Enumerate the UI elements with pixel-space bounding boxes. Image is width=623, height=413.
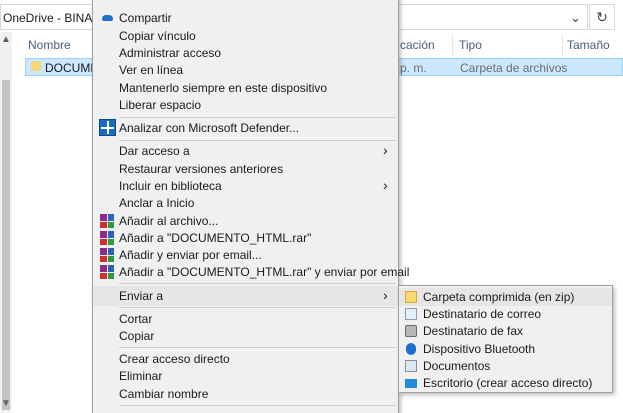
chevron-right-icon: › <box>383 287 388 303</box>
refresh-icon: ↻ <box>596 8 608 25</box>
menu-item-label: Enviar a <box>119 289 164 303</box>
scroll-up-icon[interactable]: ▲ <box>1 34 11 45</box>
documents-icon <box>405 360 417 372</box>
menu-item-label: Compartir <box>119 11 172 25</box>
menu-item-label: Liberar espacio <box>119 98 202 112</box>
file-date: p. m. <box>400 61 427 75</box>
scrollbar-thumb[interactable] <box>2 80 10 410</box>
scroll-down-icon[interactable]: ▼ <box>1 398 11 409</box>
menu-item-label: Administrar acceso <box>119 46 222 60</box>
submenu-item-label: Dispositivo Bluetooth <box>423 342 536 356</box>
onedrive-cloud-icon <box>102 15 113 21</box>
zip-folder-icon <box>405 291 417 303</box>
menu-item-free-space[interactable]: Liberar espacio <box>93 96 398 114</box>
menu-separator <box>119 347 396 348</box>
send-to-item-mail[interactable]: Destinatario de correo <box>399 305 612 323</box>
menu-item-give-access[interactable]: Dar acceso a › <box>93 142 398 160</box>
menu-item-delete[interactable]: Eliminar <box>93 367 398 385</box>
menu-item-label: Copiar vínculo <box>119 29 196 43</box>
menu-item-winrar-add-archive[interactable]: Añadir al archivo... <box>93 212 398 230</box>
menu-item-label: Copiar <box>119 329 155 343</box>
submenu-item-label: Destinatario de correo <box>423 307 542 321</box>
folder-icon <box>31 61 41 71</box>
menu-item-view-online[interactable]: Ver en línea <box>93 61 398 79</box>
winrar-icon <box>100 214 114 228</box>
menu-item-label: Cambiar nombre <box>119 387 209 401</box>
menu-item-label: Añadir y enviar por email... <box>119 248 262 262</box>
column-header-name[interactable]: Nombre <box>28 38 71 60</box>
menu-item-label: Eliminar <box>119 369 163 383</box>
menu-item-send-to[interactable]: Enviar a › <box>93 286 398 306</box>
submenu-item-label: Escritorio (crear acceso directo) <box>423 376 593 390</box>
chevron-down-icon[interactable]: ⌄ <box>570 10 581 26</box>
menu-item-label: Añadir al archivo... <box>119 214 219 228</box>
send-to-item-documents[interactable]: Documentos <box>399 357 612 375</box>
menu-item-restore-versions[interactable]: Restaurar versiones anteriores <box>93 160 398 178</box>
menu-item-manage-access[interactable]: Administrar acceso <box>93 44 398 62</box>
menu-item-winrar-add-rar[interactable]: Añadir a "DOCUMENTO_HTML.rar" <box>93 229 398 247</box>
menu-item-label: Anclar a Inicio <box>119 196 195 210</box>
send-to-submenu: Carpeta comprimida (en zip) Destinatario… <box>398 285 613 393</box>
menu-item-label: Analizar con Microsoft Defender... <box>119 121 300 135</box>
column-header-type[interactable]: Tipo <box>459 38 482 60</box>
refresh-button[interactable]: ↻ <box>589 4 615 30</box>
menu-separator <box>119 117 396 118</box>
menu-item-defender-scan[interactable]: Analizar con Microsoft Defender... <box>93 119 398 139</box>
vertical-scrollbar[interactable] <box>0 32 12 413</box>
menu-item-label: Dar acceso a <box>119 144 190 158</box>
send-to-item-zip[interactable]: Carpeta comprimida (en zip) <box>399 288 612 306</box>
context-menu: Compartir Copiar vínculo Administrar acc… <box>92 0 409 413</box>
menu-separator <box>119 283 396 284</box>
menu-item-copy[interactable]: Copiar <box>93 327 398 345</box>
submenu-item-label: Documentos <box>423 359 491 373</box>
menu-separator <box>119 140 396 141</box>
menu-item-copy-link[interactable]: Copiar vínculo <box>93 27 398 45</box>
send-to-item-fax[interactable]: Destinatario de fax <box>399 322 612 340</box>
column-header-date[interactable]: cación <box>400 38 435 60</box>
submenu-item-label: Destinatario de fax <box>423 324 524 338</box>
menu-item-label: Restaurar versiones anteriores <box>119 162 284 176</box>
menu-separator <box>119 405 396 406</box>
defender-shield-icon <box>99 119 116 136</box>
bluetooth-icon <box>406 343 416 355</box>
winrar-icon <box>100 231 114 245</box>
menu-item-pin-to-start[interactable]: Anclar a Inicio <box>93 194 398 212</box>
menu-item-label: Mantenerlo siempre en este dispositivo <box>119 81 328 95</box>
column-divider <box>562 34 563 56</box>
mail-icon <box>405 308 417 320</box>
winrar-icon <box>100 248 114 262</box>
fax-icon <box>405 325 417 337</box>
menu-item-winrar-add-rar-email[interactable]: Añadir a "DOCUMENTO_HTML.rar" y enviar p… <box>93 263 409 281</box>
send-to-item-desktop[interactable]: Escritorio (crear acceso directo) <box>399 374 612 392</box>
file-type: Carpeta de archivos <box>460 61 568 75</box>
column-header-size[interactable]: Tamaño <box>567 38 610 60</box>
menu-item-label: Añadir a "DOCUMENTO_HTML.rar" y enviar p… <box>119 265 410 279</box>
menu-item-cut[interactable]: Cortar <box>93 310 398 328</box>
winrar-icon <box>100 265 114 279</box>
column-divider <box>452 34 453 56</box>
chevron-right-icon: › <box>383 142 388 158</box>
menu-item-rename[interactable]: Cambiar nombre <box>93 385 398 403</box>
chevron-right-icon: › <box>383 177 388 193</box>
desktop-icon <box>405 379 417 388</box>
menu-item-keep-on-device[interactable]: Mantenerlo siempre en este dispositivo <box>93 79 398 97</box>
menu-item-include-library[interactable]: Incluir en biblioteca › <box>93 177 398 195</box>
menu-item-winrar-add-email[interactable]: Añadir y enviar por email... <box>93 246 398 264</box>
menu-item-label: Incluir en biblioteca <box>119 179 222 193</box>
menu-separator <box>119 307 396 308</box>
menu-item-label: Ver en línea <box>119 63 184 77</box>
send-to-item-bluetooth[interactable]: Dispositivo Bluetooth <box>399 340 612 358</box>
submenu-item-label: Carpeta comprimida (en zip) <box>423 290 575 304</box>
menu-item-create-shortcut[interactable]: Crear acceso directo <box>93 350 398 368</box>
menu-item-label: Añadir a "DOCUMENTO_HTML.rar" <box>119 231 312 245</box>
menu-item-share[interactable]: Compartir <box>93 9 398 27</box>
menu-item-label: Cortar <box>119 312 153 326</box>
menu-item-label: Crear acceso directo <box>119 352 230 366</box>
